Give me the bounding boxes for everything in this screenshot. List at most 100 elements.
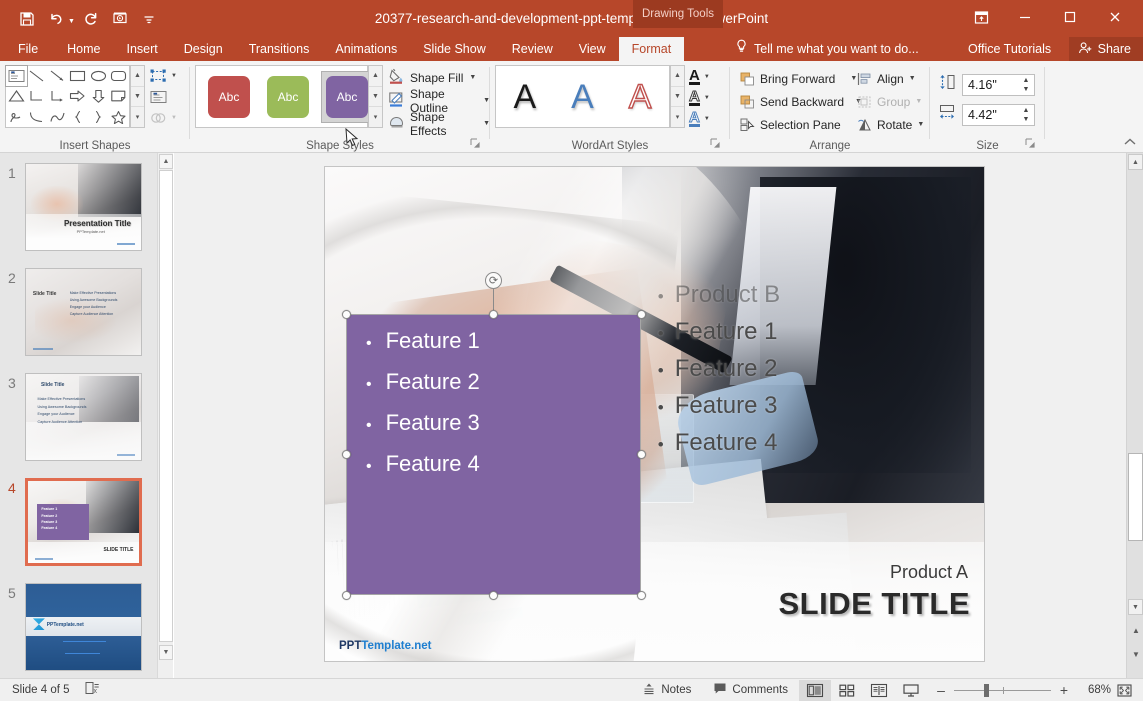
resize-handle-top-center[interactable] [489,310,498,319]
tab-review[interactable]: Review [499,37,566,61]
slideshow-view-button[interactable] [895,680,927,701]
reading-view-button[interactable] [863,680,895,701]
slide-thumb-frame[interactable]: Slide Title Make Effective Presentations… [25,268,142,356]
slide-thumb-frame[interactable]: Presentation Title PPTemplate.net [25,163,142,251]
wordart-more-button[interactable]: ▾ [671,107,684,127]
tell-me-search[interactable]: Tell me what you want to do... [735,37,919,61]
ribbon-display-options-icon[interactable] [960,2,1002,32]
zoom-in-button[interactable]: + [1058,682,1070,698]
zoom-control[interactable]: – + [927,682,1078,698]
size-dialog-launcher[interactable] [1025,138,1037,150]
wordart-scroll-down-button[interactable]: ▼ [671,87,684,108]
wordart-scroll-up-button[interactable]: ▲ [671,66,684,87]
previous-slide-button[interactable]: ▲ [1129,623,1143,638]
align-caret[interactable]: ▼ [909,75,916,82]
current-slide-canvas[interactable]: • Product B • Feature 1 • Feature 2 • Featur… [324,166,985,662]
slide-thumbnail-5[interactable]: 5 PPTemplate.net [0,583,157,673]
text-effects-caret[interactable]: ▼ [704,116,710,122]
shape-effects-button[interactable]: Shape Effects ▼ [388,110,490,138]
rotate-handle[interactable]: ⟳ [485,272,502,289]
shape-width-input[interactable]: 4.42" ▲ ▼ [962,103,1035,126]
redo-icon[interactable] [78,6,104,31]
spell-check-icon[interactable]: x [84,681,100,700]
curve-shape[interactable] [27,107,48,127]
tab-format[interactable]: Format [618,37,685,61]
rounded-rectangle-shape[interactable] [109,66,130,86]
save-icon[interactable] [14,6,40,31]
shapes-gallery[interactable] [5,64,130,128]
resize-handle-bottom-center[interactable] [489,591,498,600]
down-arrow-shape[interactable] [88,86,109,106]
slide-thumbnail-2[interactable]: 2 Slide Title Make Effective Presentatio… [0,268,157,358]
right-arrow-shape[interactable] [68,86,89,106]
tab-home[interactable]: Home [54,37,113,61]
undo-icon[interactable] [43,6,69,31]
resize-handle-bottom-left[interactable] [342,591,351,600]
zoom-level[interactable]: 68% [1078,684,1111,696]
tab-file[interactable]: File [0,37,54,61]
shape-style-thumb-purple-selected[interactable]: Abc [321,70,373,123]
zoom-out-button[interactable]: – [935,682,947,698]
notes-button[interactable]: Notes [631,679,702,701]
customize-qat-icon[interactable] [136,6,162,31]
elbow-connector-shape[interactable] [27,86,48,106]
text-fill-button[interactable]: A ▼ [689,66,710,87]
text-box-button[interactable] [149,86,187,107]
text-outline-button[interactable]: A ▼ [689,87,710,108]
share-button[interactable]: Share [1068,37,1143,61]
fit-slide-icon[interactable] [1111,680,1137,700]
thumbnail-scroll-down-button[interactable]: ▼ [159,645,173,660]
shape-height-stepper[interactable]: ▲ ▼ [1020,75,1032,95]
wordart-sample-filled[interactable]: A [513,80,536,114]
tab-slide-show[interactable]: Slide Show [410,37,499,61]
text-effects-button[interactable]: A ▼ [689,108,710,129]
shape-styles-scroll-down-button[interactable]: ▼ [369,87,382,108]
wordart-dialog-launcher[interactable] [710,138,722,150]
normal-view-button[interactable] [799,679,831,701]
comments-button[interactable]: Comments [702,679,799,701]
shape-width-stepper[interactable]: ▲ ▼ [1020,105,1032,125]
resize-handle-top-left[interactable] [342,310,351,319]
resize-handle-middle-right[interactable] [637,450,646,459]
scrollbar-thumb[interactable] [1128,453,1143,541]
text-outline-caret[interactable]: ▼ [704,95,710,101]
bring-forward-button[interactable]: Bring Forward ▼ [740,67,862,90]
slide-thumbnail-4[interactable]: 4 Feature 1 Feature 2 Feature 3 Feature … [0,478,157,568]
scroll-down-button[interactable]: ▼ [1128,599,1143,615]
close-icon[interactable] [1092,2,1137,32]
product-a-label[interactable]: Product A [890,562,968,583]
feature-list-shape[interactable]: • Feature 1 • Feature 2 • Feature 3 • Featur… [346,314,641,595]
slide-indicator[interactable]: Slide 4 of 5 [12,684,70,696]
shapes-more-button[interactable]: ▾ [131,107,144,127]
scroll-up-button[interactable]: ▲ [1128,154,1143,170]
minimize-icon[interactable] [1002,2,1047,32]
zoom-slider[interactable] [954,683,1051,697]
wordart-gallery-scroll[interactable]: ▲ ▼ ▾ [670,65,685,128]
elbow-arrow-connector-shape[interactable] [47,86,68,106]
text-fill-caret[interactable]: ▼ [704,74,710,80]
shape-fill-caret[interactable]: ▼ [469,74,476,81]
line-arrow-shape[interactable] [47,66,68,86]
shapes-scroll-down-button[interactable]: ▼ [131,87,144,108]
wordart-sample-outline[interactable]: A [628,79,652,114]
rectangle-shape[interactable] [68,66,89,86]
shape-styles-scroll[interactable]: ▲ ▼ ▾ [368,65,383,128]
wordart-sample-blue[interactable]: A [571,80,594,114]
line-shape[interactable] [27,66,48,86]
undo-dropdown-caret[interactable]: ▼ [68,18,75,25]
shape-styles-gallery[interactable]: Abc Abc Abc [195,65,373,128]
resize-handle-middle-left[interactable] [342,450,351,459]
slide-sorter-view-button[interactable] [831,680,863,701]
folded-corner-shape[interactable] [109,86,130,106]
send-backward-button[interactable]: Send Backward ▼ [740,90,862,113]
right-feature-list[interactable]: • Product B • Feature 1 • Feature 2 • Featur… [658,281,780,466]
shape-styles-dialog-launcher[interactable] [470,138,482,150]
slide-thumbnail-1[interactable]: 1 Presentation Title PPTemplate.net [0,163,157,253]
next-slide-button[interactable]: ▼ [1129,647,1143,662]
wordart-gallery[interactable]: A A A [495,65,670,128]
thumbnail-panel-scrollbar[interactable]: ▲ ▼ [157,153,173,678]
slide-title-text[interactable]: SLIDE TITLE [779,586,971,622]
star-shape[interactable] [109,107,130,127]
shapes-scroll-up-button[interactable]: ▲ [131,66,144,87]
rotate-caret[interactable]: ▼ [917,121,924,128]
